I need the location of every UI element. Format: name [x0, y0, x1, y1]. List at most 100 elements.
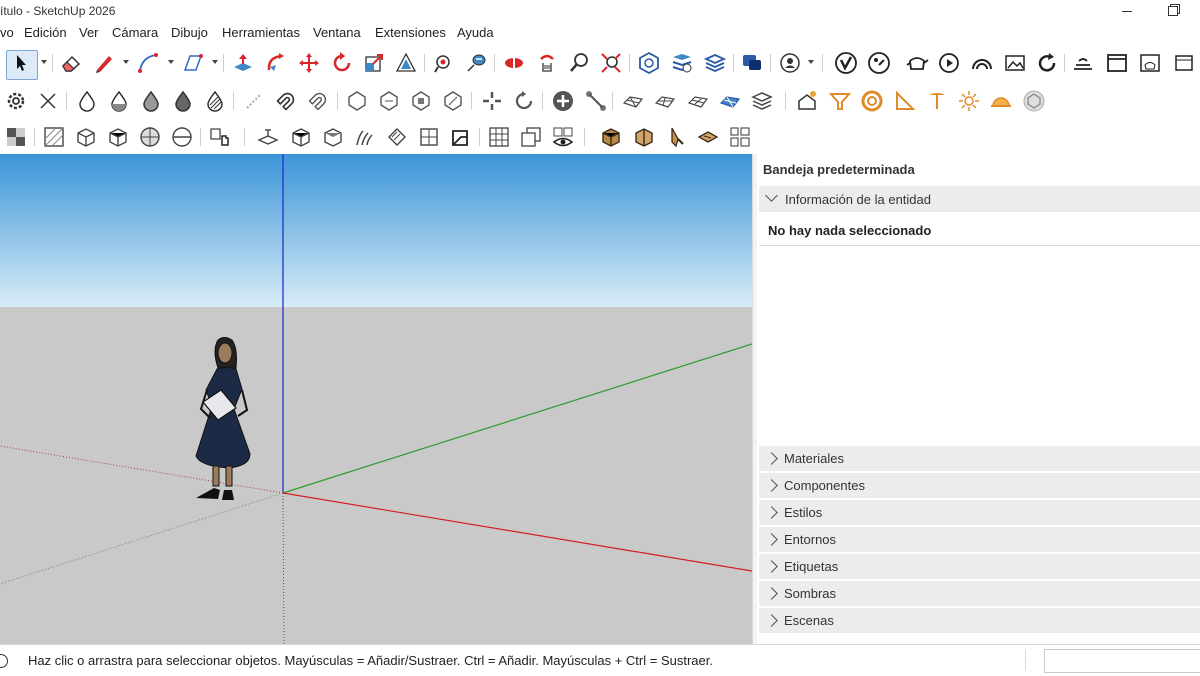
- chat-icon[interactable]: [739, 50, 765, 76]
- drop-fill-icon[interactable]: [138, 88, 164, 114]
- xray-icon[interactable]: [41, 124, 67, 150]
- style-builder-icon[interactable]: [866, 50, 892, 76]
- box-back-icon[interactable]: [416, 124, 442, 150]
- solar-house-icon[interactable]: [794, 88, 820, 114]
- recycle-icon[interactable]: [511, 88, 537, 114]
- teapot-window-icon[interactable]: [1137, 50, 1163, 76]
- panel-componentes[interactable]: Componentes: [759, 473, 1200, 498]
- info-icon[interactable]: [0, 654, 8, 668]
- wireframe-icon[interactable]: [73, 124, 99, 150]
- hidden-line-icon[interactable]: [105, 124, 131, 150]
- drop-outline-icon[interactable]: [74, 88, 100, 114]
- zoom-icon[interactable]: [566, 50, 592, 76]
- arc-icon[interactable]: [135, 50, 161, 76]
- box-left-icon[interactable]: [448, 124, 474, 150]
- add-circle-icon[interactable]: [550, 88, 576, 114]
- camera-icon[interactable]: [255, 124, 281, 150]
- zoom-extents-icon[interactable]: [598, 50, 624, 76]
- shaded-icon[interactable]: [137, 124, 163, 150]
- window-small-icon[interactable]: [1171, 50, 1197, 76]
- menu-extensiones[interactable]: Extensiones: [375, 25, 446, 40]
- drop-dark-icon[interactable]: [170, 88, 196, 114]
- drop-half-icon[interactable]: [106, 88, 132, 114]
- dotted-icon[interactable]: [241, 88, 267, 114]
- drop-pattern-icon[interactable]: [202, 88, 228, 114]
- menu-dibujo[interactable]: Dibujo: [171, 25, 208, 40]
- entity-info-header[interactable]: Información de la entidad: [759, 186, 1200, 212]
- knife-icon[interactable]: [663, 124, 689, 150]
- menu-edicion[interactable]: Edición: [24, 25, 67, 40]
- section-cut-icon[interactable]: [518, 124, 544, 150]
- terrain-a-icon[interactable]: [620, 88, 646, 114]
- window-icon[interactable]: [1104, 50, 1130, 76]
- rectangle-icon[interactable]: [180, 50, 206, 76]
- select-arrow-icon[interactable]: [8, 50, 34, 76]
- box-brown-b-icon[interactable]: [631, 124, 657, 150]
- push-pull-icon[interactable]: [230, 50, 256, 76]
- follow-me-icon[interactable]: [263, 50, 289, 76]
- move-icon[interactable]: [296, 50, 322, 76]
- photo-icon[interactable]: [1002, 50, 1028, 76]
- maximize-button[interactable]: [1163, 2, 1183, 20]
- box-iso-icon[interactable]: [288, 124, 314, 150]
- hexagon-d-icon[interactable]: [440, 88, 466, 114]
- shaded-texture-icon[interactable]: [169, 124, 195, 150]
- close-icon[interactable]: [35, 88, 61, 114]
- teapot-icon[interactable]: [904, 50, 930, 76]
- scale-icon[interactable]: [361, 50, 387, 76]
- camera-teapot-icon[interactable]: [936, 50, 962, 76]
- panel-materiales[interactable]: Materiales: [759, 446, 1200, 471]
- drawing-viewport[interactable]: [0, 154, 752, 644]
- measurements-input[interactable]: [1044, 649, 1200, 673]
- warehouse-icon[interactable]: [636, 50, 662, 76]
- model-info-icon[interactable]: [3, 124, 29, 150]
- menu-ver[interactable]: Ver: [79, 25, 99, 40]
- eraser-icon[interactable]: [58, 50, 84, 76]
- menu-camara[interactable]: Cámara: [112, 25, 158, 40]
- layout-icon[interactable]: [702, 50, 728, 76]
- tape-measure-icon[interactable]: [431, 50, 457, 76]
- hexagon-c-icon[interactable]: [408, 88, 434, 114]
- text-label-icon[interactable]: [463, 50, 489, 76]
- panel-entornos[interactable]: Entornos: [759, 527, 1200, 552]
- menu-herramientas[interactable]: Herramientas: [222, 25, 300, 40]
- chevron-down-icon[interactable]: [212, 60, 218, 64]
- ring-icon[interactable]: [859, 88, 885, 114]
- chevron-down-icon[interactable]: [808, 60, 814, 64]
- section-plane-icon[interactable]: [501, 50, 527, 76]
- extension-warehouse-icon[interactable]: [669, 50, 695, 76]
- funnel-icon[interactable]: [827, 88, 853, 114]
- protractor-icon[interactable]: [892, 88, 918, 114]
- panel-escenas[interactable]: Escenas: [759, 608, 1200, 633]
- panel-etiquetas[interactable]: Etiquetas: [759, 554, 1200, 579]
- terrain-b-icon[interactable]: [652, 88, 678, 114]
- component-hand-icon[interactable]: [207, 124, 233, 150]
- eye-icon[interactable]: [550, 124, 576, 150]
- panel-sombras[interactable]: Sombras: [759, 581, 1200, 606]
- menu-ayuda[interactable]: Ayuda: [457, 25, 494, 40]
- terrain-d-icon[interactable]: [717, 88, 743, 114]
- terrain-c-icon[interactable]: [685, 88, 711, 114]
- pencil-line-icon[interactable]: [91, 50, 117, 76]
- trimble-icon[interactable]: [833, 50, 859, 76]
- profile-icon[interactable]: [777, 50, 803, 76]
- section-grid-icon[interactable]: [486, 124, 512, 150]
- refresh-icon[interactable]: [1034, 50, 1060, 76]
- offset-icon[interactable]: [393, 50, 419, 76]
- chair-icon[interactable]: [695, 124, 721, 150]
- magnet-icon[interactable]: [273, 88, 299, 114]
- menu-archivo[interactable]: vo: [0, 25, 14, 40]
- explode-icon[interactable]: [479, 88, 505, 114]
- sun-burst-icon[interactable]: [956, 88, 982, 114]
- box-front-icon[interactable]: [352, 124, 378, 150]
- grid-blocks-icon[interactable]: [727, 124, 753, 150]
- hexagon-grey-icon[interactable]: [1021, 88, 1047, 114]
- hexagon-b-icon[interactable]: [376, 88, 402, 114]
- chevron-down-icon[interactable]: [168, 60, 174, 64]
- minimize-button[interactable]: [1117, 2, 1137, 20]
- console-icon[interactable]: [1070, 50, 1096, 76]
- stack-icon[interactable]: [749, 88, 775, 114]
- lamp-icon[interactable]: [924, 88, 950, 114]
- rotate-icon[interactable]: [329, 50, 355, 76]
- hardhat-icon[interactable]: [988, 88, 1014, 114]
